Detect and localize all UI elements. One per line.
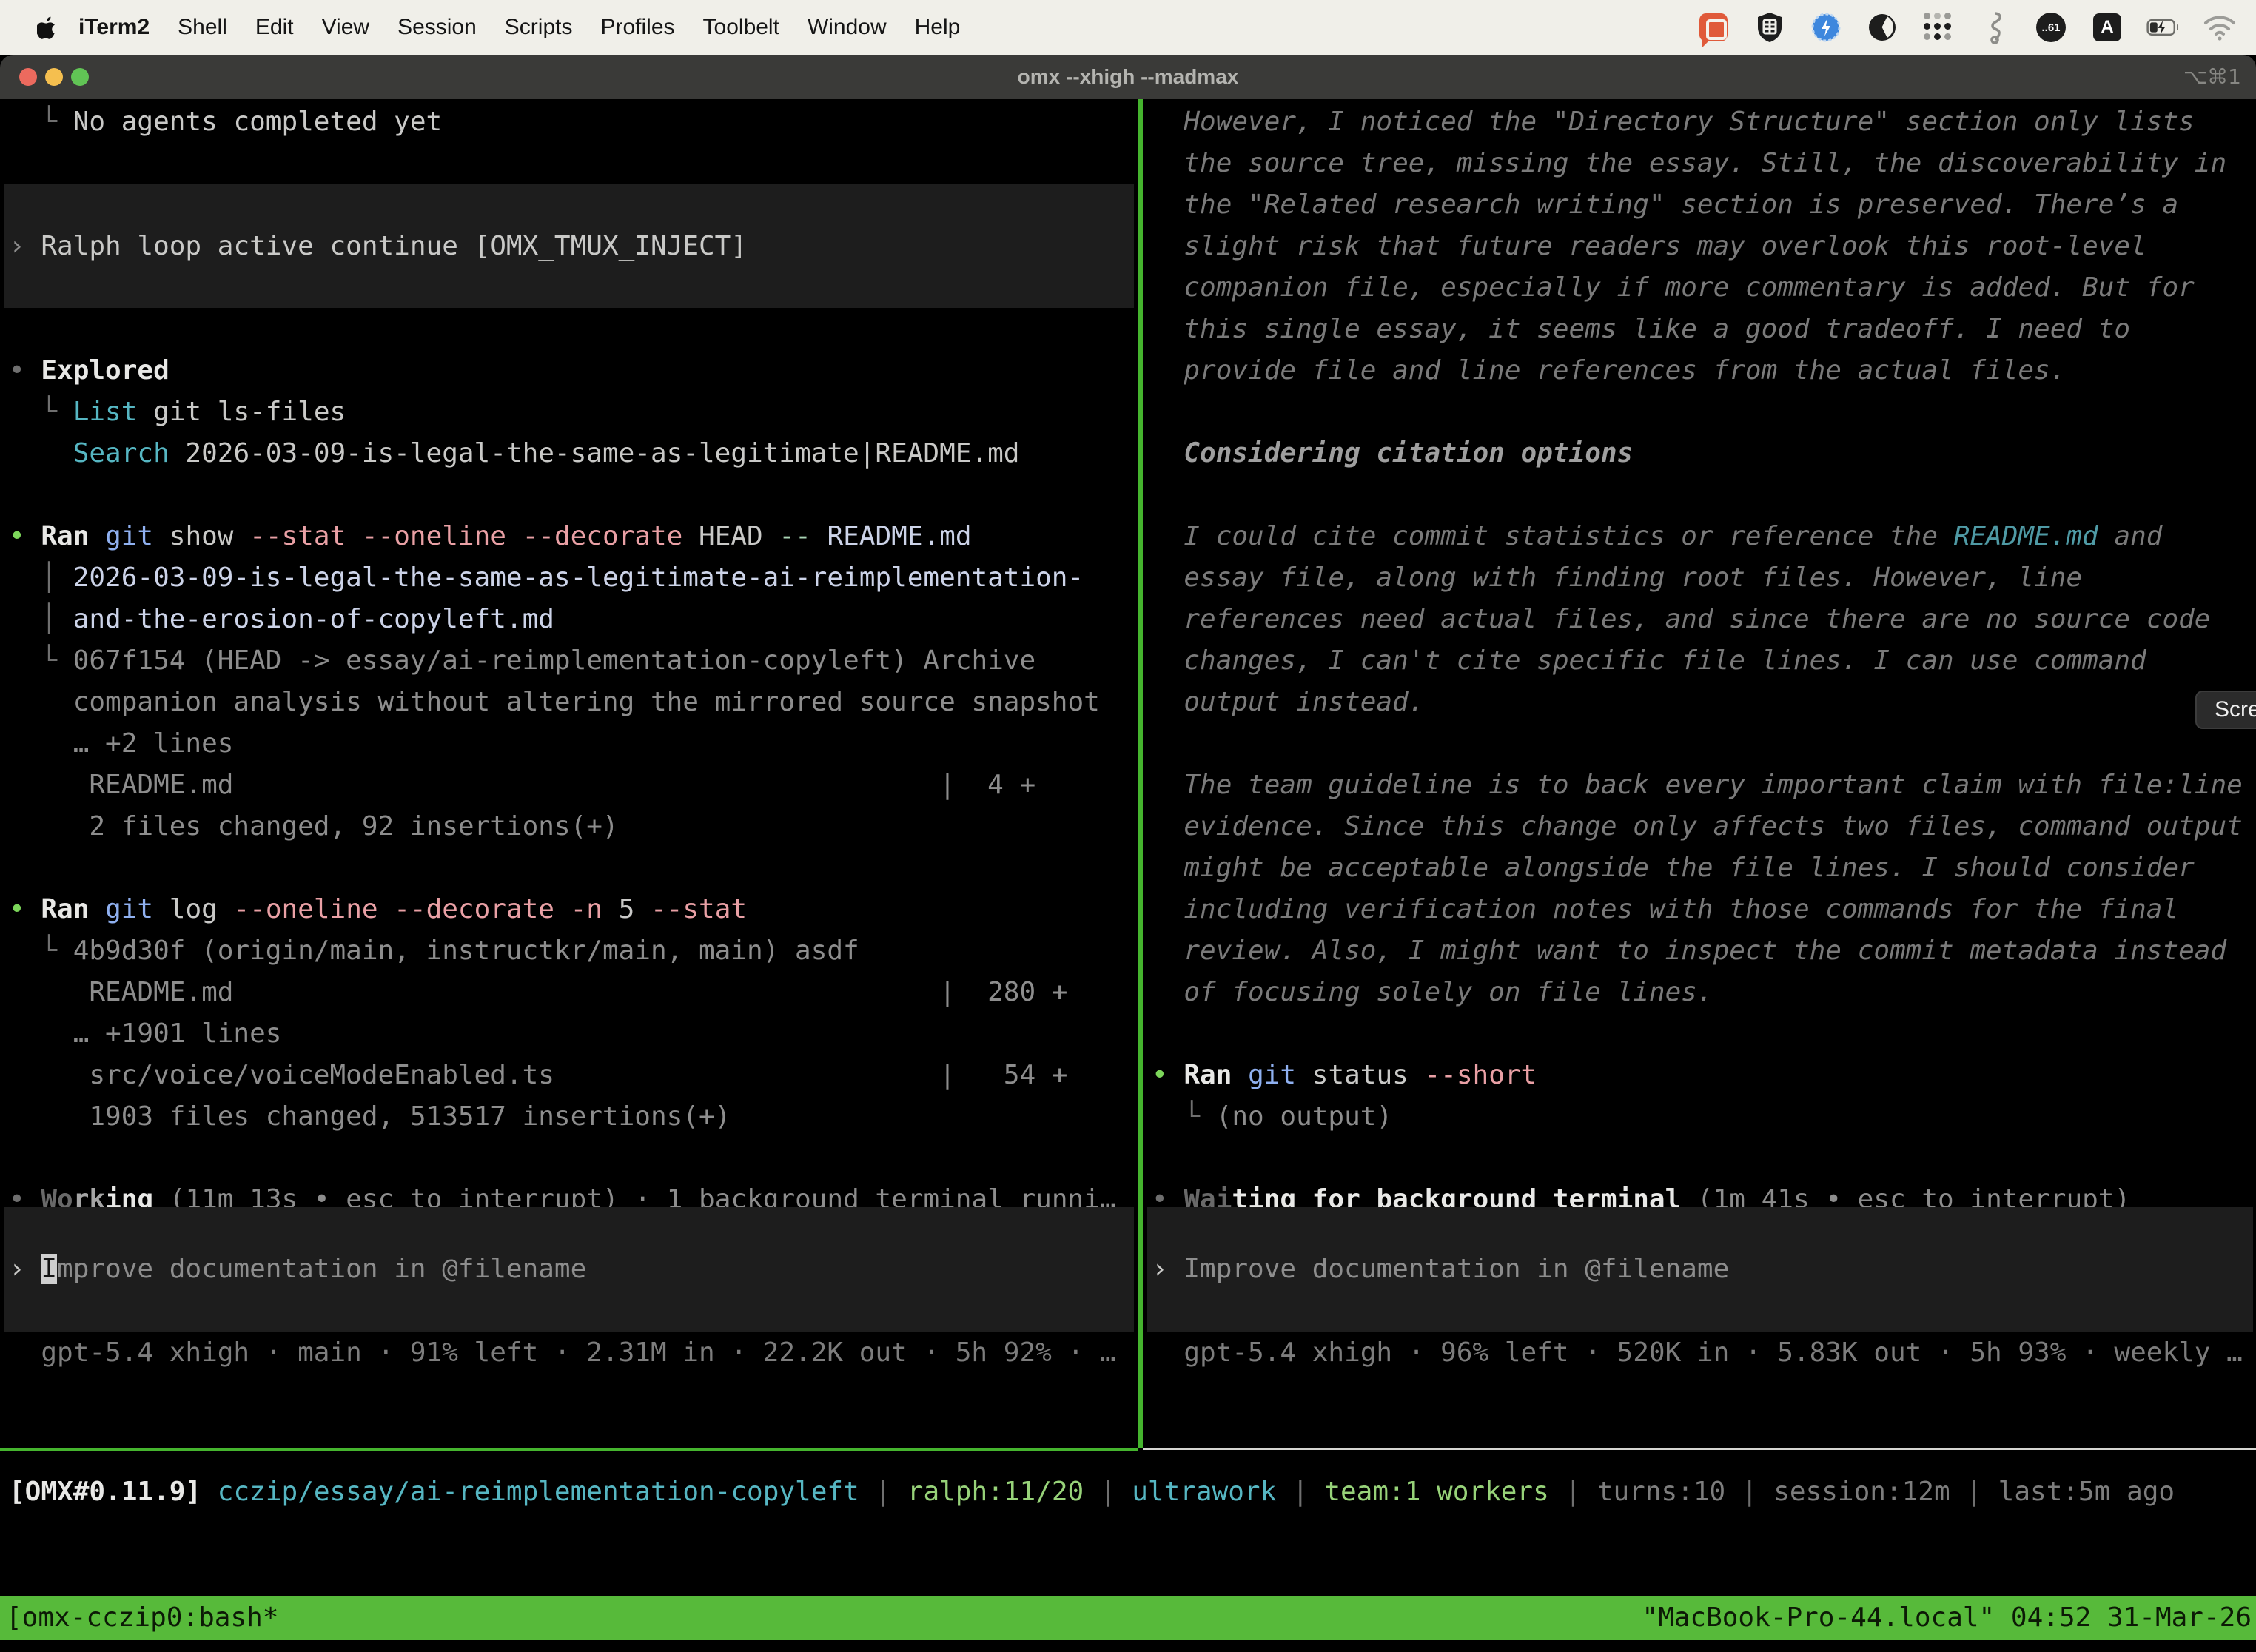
inactive-pane-border [1143,1448,2256,1450]
terminal-pane-right[interactable]: However, I noticed the "Directory Struct… [1143,99,2256,1502]
terminal-line: └ No agents completed yet [9,101,442,143]
terminal-line: • Ran git status --short [1152,1055,1537,1096]
terminal-line: the source tree, missing the essay. Stil… [1152,143,2226,184]
prompt-input-right[interactable]: › Improve documentation in @filename [1152,1249,1729,1290]
terminal-line: the "Related research writing" section i… [1152,184,2178,226]
apple-menu-icon[interactable] [37,16,57,39]
terminal-line: of focusing solely on file lines. [1152,972,1713,1013]
menu-scripts[interactable]: Scripts [491,15,587,40]
window-shortcut-badge: ⌥⌘1 [2183,55,2241,99]
terminal-line: src/voice/voiceModeEnabled.ts | 54 + [9,1055,1067,1096]
menu-window[interactable]: Window [793,15,901,40]
menubar-status-icons: ..61 A [1696,10,2256,44]
active-pane-border [0,1448,1138,1451]
terminal-line: references need actual files, and since … [1152,599,2210,640]
keyboard-layout-label: A [2093,13,2121,41]
terminal-line: companion file, especially if more comme… [1152,267,2195,309]
terminal-line: Search 2026-03-09-is-legal-the-same-as-l… [9,433,1019,474]
terminal-line: README.md | 4 + [9,765,1035,806]
dots-grid-icon[interactable] [1921,10,1955,44]
terminal-line: 2 files changed, 92 insertions(+) [9,806,619,847]
terminal-line: … +1901 lines [9,1013,281,1055]
tmux-host-clock: "MacBook-Pro-44.local" 04:52 31-Mar-26 [1642,1596,2252,1640]
terminal-pane-left[interactable]: └ No agents completed yet › Ralph loop ac… [0,99,1138,1502]
wifi-icon[interactable] [2203,10,2237,44]
terminal-line: slight risk that future readers may over… [1152,226,2146,267]
blue-badge-icon[interactable] [1809,10,1843,44]
terminal-line: └ 4b9d30f (origin/main, instructkr/main,… [9,930,859,972]
terminal-line: └ (no output) [1152,1096,1392,1138]
menu-iterm2[interactable]: iTerm2 [64,15,164,40]
terminal-line: output instead. [1152,682,1424,723]
terminal-line: However, I noticed the "Directory Struct… [1152,101,2195,143]
terminal-line: this single essay, it seems like a good … [1152,309,2130,350]
menu-toolbelt[interactable]: Toolbelt [689,15,793,40]
terminal-line: • Explored [9,350,169,392]
terminal-line: • Ran git show --stat --oneline --decora… [9,516,972,557]
omx-status-bar: [OMX#0.11.9] cczip/essay/ai-reimplementa… [9,1471,2175,1513]
terminal-line: companion analysis without altering the … [9,682,1100,723]
terminal-line: 1903 files changed, 513517 insertions(+) [9,1096,731,1138]
terminal-line: might be acceptable alongside the file l… [1152,847,2195,889]
count-badge-icon[interactable]: ..61 [2034,10,2068,44]
terminal-line: evidence. Since this change only affects… [1152,806,2243,847]
window-titlebar[interactable]: omx --xhigh --madmax ⌥⌘1 [0,55,2256,99]
terminal-line: essay file, along with finding root file… [1152,557,2082,599]
terminal-line: provide file and line references from th… [1152,350,2066,392]
iterm2-window: omx --xhigh --madmax ⌥⌘1 └ No agents com… [0,55,2256,1652]
pane-divider[interactable] [1138,99,1143,1448]
terminal-line: │ and-the-erosion-of-copyleft.md [9,599,554,640]
terminal-line: review. Also, I might want to inspect th… [1152,930,2226,972]
count-badge-label: ..61 [2036,13,2066,42]
terminal-line: › Ralph loop active continue [OMX_TMUX_I… [9,226,747,267]
terminal-line: │ 2026-03-09-is-legal-the-same-as-legiti… [9,557,1084,599]
window-title: omx --xhigh --madmax [0,55,2256,99]
chat-icon[interactable] [1696,10,1730,44]
prompt-input-left[interactable]: › Improve documentation in @filename [9,1249,586,1290]
terminal-line: README.md | 280 + [9,972,1067,1013]
terminal-line: including verification notes with those … [1152,889,2178,930]
menu-help[interactable]: Help [901,15,975,40]
menubar: iTerm2 Shell Edit View Session Scripts P… [0,0,2256,55]
session-status-left: gpt-5.4 xhigh · main · 91% left · 2.31M … [9,1332,1116,1374]
shield-grid-icon[interactable] [1753,10,1787,44]
keyboard-layout-icon[interactable]: A [2090,10,2124,44]
tmux-session-label[interactable]: [omx-cczip0:bash* [6,1596,278,1640]
menu-shell[interactable]: Shell [164,15,241,40]
terminal-line: └ 067f154 (HEAD -> essay/ai-reimplementa… [9,640,1035,682]
menu-view[interactable]: View [308,15,383,40]
menu-edit[interactable]: Edit [241,15,308,40]
terminal-line: • Ran git log --oneline --decorate -n 5 … [9,889,747,930]
screen-tooltip: Scre [2195,691,2256,729]
terminal-line: └ List git ls-files [9,392,346,433]
kaleidoscope-icon[interactable] [1865,10,1899,44]
menu-profiles[interactable]: Profiles [586,15,688,40]
tmux-status-bar: [omx-cczip0:bash* "MacBook-Pro-44.local"… [0,1596,2256,1640]
terminal-line: I could cite commit statistics or refere… [1152,516,2162,557]
terminal-line: changes, I can't cite specific file line… [1152,640,2146,682]
battery-icon[interactable] [2146,10,2181,44]
terminal-line: … +2 lines [9,723,233,765]
menu-session[interactable]: Session [383,15,491,40]
terminal-line: Considering citation options [1152,433,1633,474]
hook-icon[interactable] [1978,10,2012,44]
terminal-line: The team guideline is to back every impo… [1152,765,2243,806]
session-status-right: gpt-5.4 xhigh · 96% left · 520K in · 5.8… [1152,1332,2243,1374]
